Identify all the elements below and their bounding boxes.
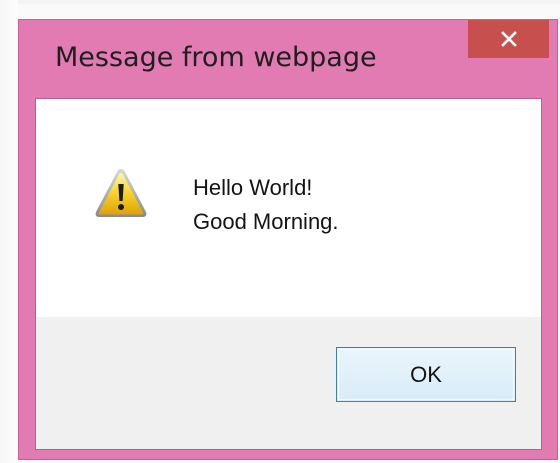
close-icon — [500, 31, 517, 47]
page-background-left — [0, 0, 18, 463]
dialog-footer: OK — [36, 317, 541, 449]
close-button[interactable] — [468, 20, 549, 58]
dialog-title: Message from webpage — [55, 42, 377, 73]
dialog-titlebar[interactable]: Message from webpage — [19, 20, 557, 97]
dialog-message: Hello World! Good Morning. — [193, 171, 339, 239]
message-line-2: Good Morning. — [193, 209, 339, 234]
message-dialog: Message from webpage Hello World! Good M… — [18, 19, 558, 460]
page-background-top — [0, 0, 560, 4]
dialog-body: Hello World! Good Morning. OK — [35, 98, 542, 450]
warning-icon — [95, 169, 147, 217]
ok-button-label: OK — [410, 361, 442, 387]
ok-button[interactable]: OK — [336, 347, 516, 402]
message-line-1: Hello World! — [193, 175, 313, 200]
message-area: Hello World! Good Morning. — [36, 99, 541, 317]
